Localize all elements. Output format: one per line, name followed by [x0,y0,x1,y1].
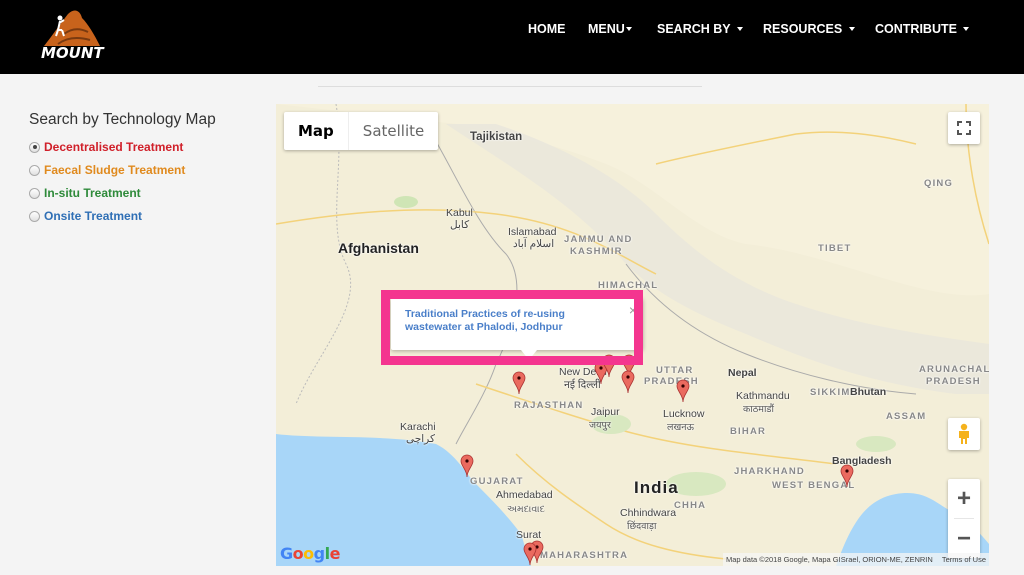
label-ahmedabad-local: અમદાવાદ [507,504,545,515]
label-jammu-kashmir-2: KASHMIR [570,246,623,257]
caret-down-icon [736,26,743,31]
nav-menu-label: MENU [588,22,625,36]
label-maharashtra: MAHARASHTRA [540,550,629,561]
header-navbar: MOUNT HOME MENU SEARCH BY RESOURCES CONT… [0,0,1024,74]
option-onsite-treatment[interactable]: Onsite Treatment [29,209,142,223]
nav-contribute-label: CONTRIBUTE [875,22,957,36]
radio-onsite[interactable] [29,210,40,222]
option-in-situ-treatment[interactable]: In-situ Treatment [29,186,141,200]
zoom-in-button[interactable]: + [948,479,980,518]
technology-map[interactable]: Tajikistan Afghanistan Kabul کابل Islama… [276,104,989,566]
label-afghanistan: Afghanistan [338,240,419,256]
info-window: Traditional Practices of re-using wastew… [391,298,643,360]
section-divider [318,86,702,87]
map-marker[interactable] [602,354,616,378]
pegman-icon [959,423,969,444]
label-jaipur: Jaipur [591,406,620,418]
label-kabul-local: کابل [450,219,470,231]
map-marker[interactable] [523,542,537,566]
label-assam: ASSAM [886,411,927,422]
map-data-credit: Map data ©2018 Google, Mapa GISrael, ORI… [725,555,933,564]
label-arunachal-2: PRADESH [926,376,981,387]
label-islamabad: Islamabad [508,226,557,238]
nav-search-by-label: SEARCH BY [657,22,731,36]
label-lucknow-local: लखनऊ [667,422,694,433]
label-lucknow: Lucknow [663,408,705,420]
zoom-control: + − [948,479,980,558]
label-gujarat: GUJARAT [470,476,524,487]
map-marker[interactable] [621,370,635,394]
map-type-map-button[interactable]: Map [284,112,348,150]
label-himachal: HIMACHAL [598,280,659,291]
label-jaipur-local: जयपुर [589,420,611,431]
label-karachi: Karachi [400,421,436,433]
label-kathmandu-local: काठमाडौं [743,404,774,415]
map-marker[interactable] [512,371,526,395]
info-window-tail [521,350,537,360]
option-label: Onsite Treatment [44,209,143,223]
label-chhindwara: Chhindwara [620,507,677,519]
label-bihar: BIHAR [730,426,767,437]
label-kathmandu: Kathmandu [736,390,790,402]
label-india: India [634,478,679,497]
nav-search-by[interactable]: SEARCH BY [657,22,743,36]
radio-faecal-sludge[interactable] [29,164,40,176]
nav-resources[interactable]: RESOURCES [763,22,855,36]
caret-down-icon [963,26,970,31]
terms-of-use-link[interactable]: Terms of Use [942,555,986,564]
label-bhutan: Bhutan [850,386,887,398]
map-type-satellite-button[interactable]: Satellite [347,112,438,150]
main-nav: HOME MENU SEARCH BY RESOURCES CONTRIBUTE [0,22,1024,42]
street-view-pegman[interactable] [948,418,980,450]
option-label: Decentralised Treatment [44,140,184,154]
nav-home-label: HOME [528,22,566,36]
label-tajikistan: Tajikistan [470,131,523,143]
label-chhattisgarh: CHHA [674,500,707,511]
nav-resources-label: RESOURCES [763,22,843,36]
label-nepal: Nepal [728,367,757,379]
map-marker[interactable] [676,379,690,403]
label-arunachal: ARUNACHAL [919,364,989,375]
label-uttar-pradesh-2: PRADESH [644,376,699,387]
option-decentralised-treatment[interactable]: Decentralised Treatment [29,140,183,154]
radio-in-situ[interactable] [29,187,40,199]
caret-down-icon [625,26,632,31]
label-qing: QING [924,178,954,189]
nav-menu[interactable]: MENU [588,22,632,36]
nav-contribute[interactable]: CONTRIBUTE [875,22,970,36]
info-window-title-link[interactable]: Traditional Practices of re-using wastew… [405,308,610,334]
label-sikkim: SIKKIM [810,387,851,398]
map-marker[interactable] [840,464,854,488]
radio-decentralised[interactable] [29,141,40,153]
label-uttar-pradesh: UTTAR [656,365,694,376]
option-label: In-situ Treatment [44,186,141,200]
label-karachi-local: کراچی [406,433,435,445]
label-ahmedabad: Ahmedabad [496,489,553,501]
label-jharkhand: JHARKHAND [734,466,805,477]
caret-down-icon [848,26,855,31]
logo-text: MOUNT [41,44,104,62]
option-label: Faecal Sludge Treatment [44,163,186,177]
fullscreen-icon [957,121,971,135]
label-islamabad-local: اسلام آباد [513,238,555,250]
label-kabul: Kabul [446,207,473,219]
label-rajasthan: RAJASTHAN [514,400,584,411]
map-marker[interactable] [460,454,474,478]
sidebar-title: Search by Technology Map [29,111,216,128]
nav-home[interactable]: HOME [528,22,566,36]
map-attribution: Map data ©2018 Google, Mapa GISrael, ORI… [722,553,989,566]
label-chhindwara-local: छिंदवाड़ा [627,521,657,532]
label-jammu-kashmir: JAMMU AND [564,234,633,245]
google-logo[interactable]: Google [280,544,340,563]
map-type-control: Map Satellite [284,112,439,150]
fullscreen-button[interactable] [948,112,980,144]
label-tibet: TIBET [818,243,852,254]
option-faecal-sludge-treatment[interactable]: Faecal Sludge Treatment [29,163,185,177]
close-icon[interactable]: × [629,302,637,318]
